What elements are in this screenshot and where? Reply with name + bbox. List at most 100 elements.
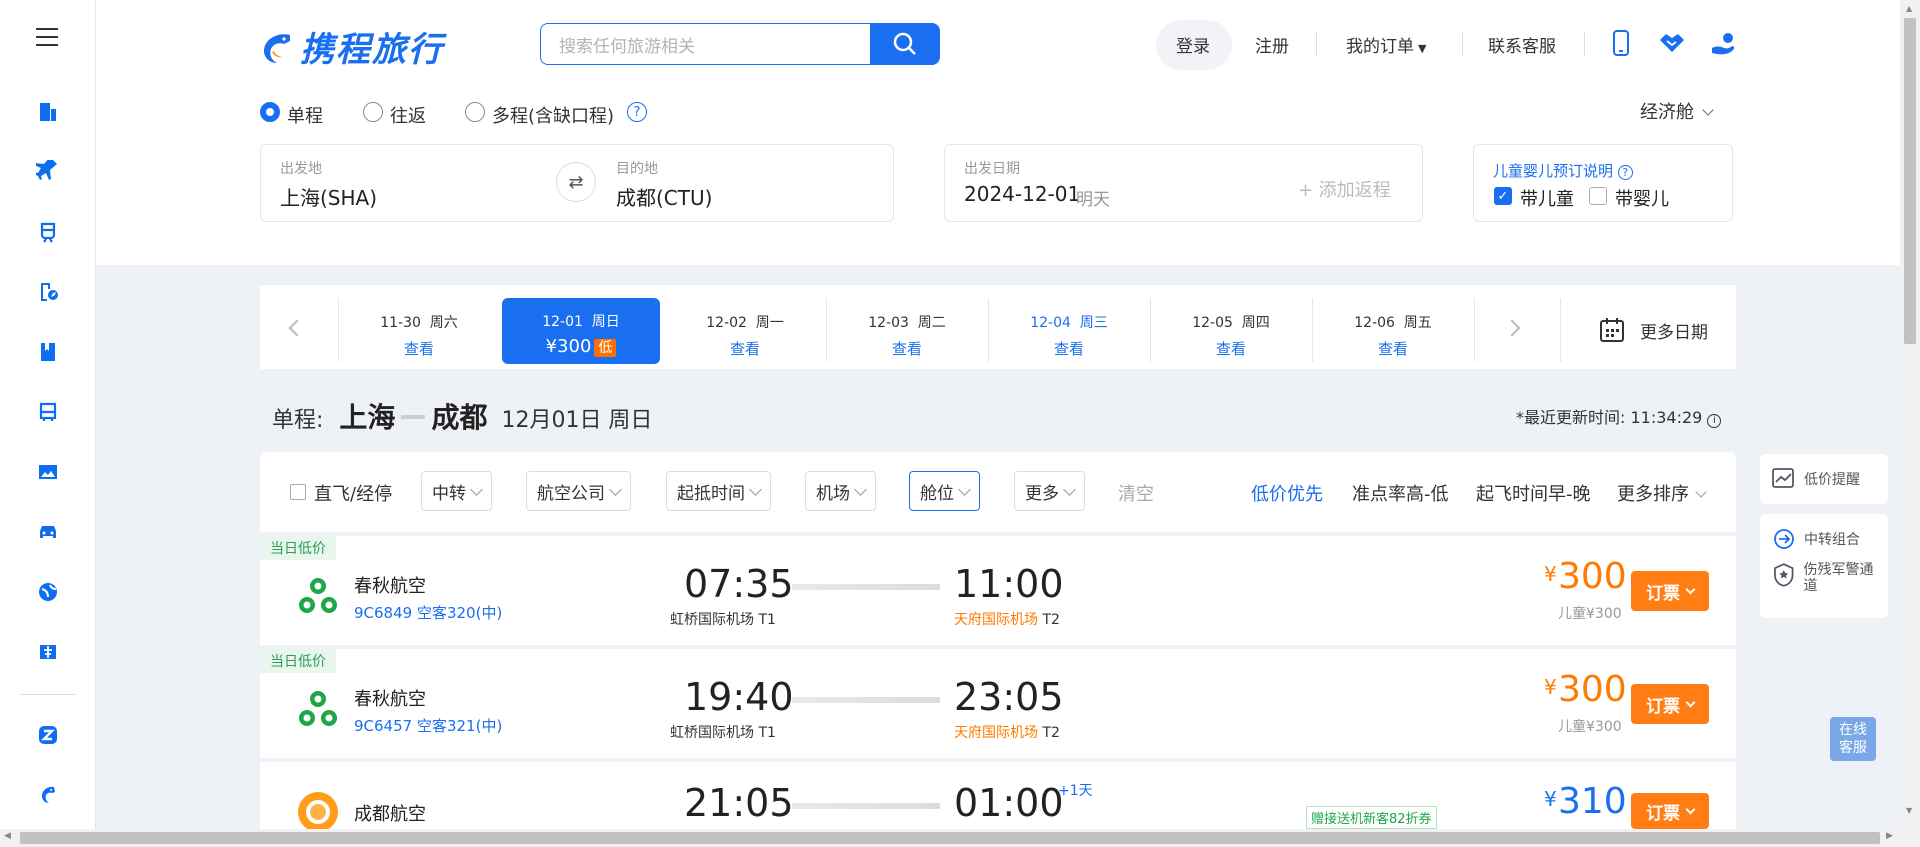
- roundtrip-radio[interactable]: [363, 102, 383, 122]
- airline-filter[interactable]: 航空公司: [526, 471, 631, 511]
- vertical-scrollbar[interactable]: ▲ ▼: [1900, 0, 1920, 829]
- horizontal-scrollbar[interactable]: ◀ ▶: [0, 829, 1920, 847]
- kids-info-link[interactable]: 儿童婴儿预订说明 ?: [1493, 160, 1633, 181]
- scroll-right-arrow[interactable]: ▶: [1886, 831, 1893, 841]
- date-cell[interactable]: 11-30 周六 查看: [339, 312, 499, 359]
- transfer-filter-label: 中转: [432, 483, 466, 504]
- sort-ontime[interactable]: 准点率高-低: [1352, 480, 1449, 506]
- gift-icon[interactable]: [34, 638, 62, 666]
- add-return-button[interactable]: + 添加返程: [1298, 176, 1391, 202]
- price-alert-box[interactable]: 低价提醒: [1760, 454, 1888, 504]
- sidebar-divider: [20, 694, 76, 695]
- brand-logo[interactable]: 携程旅行: [258, 22, 444, 71]
- low-price-tag: 当日低价: [260, 536, 336, 560]
- child-label[interactable]: 带儿童: [1520, 185, 1574, 211]
- multi-trip-radio[interactable]: [465, 102, 485, 122]
- zx-icon[interactable]: [34, 721, 62, 749]
- tickets-icon[interactable]: [34, 338, 62, 366]
- date-cell[interactable]: 12-06 周五 查看: [1313, 312, 1473, 359]
- transfer-combo-label: 中转组合: [1804, 532, 1860, 548]
- help-icon[interactable]: ?: [627, 102, 647, 122]
- time-filter[interactable]: 起抵时间: [666, 471, 771, 511]
- swap-icon[interactable]: ⇄: [556, 162, 596, 202]
- clear-filters-button[interactable]: 清空: [1118, 480, 1154, 506]
- more-sort-menu[interactable]: 更多排序: [1617, 480, 1707, 506]
- flight-number-link[interactable]: 9C6457 空客321(中): [354, 715, 502, 736]
- cabin-select[interactable]: 经济舱: [1640, 98, 1714, 124]
- heading-to: 成都: [431, 401, 488, 434]
- date-day: 12-06: [1354, 315, 1395, 331]
- car-icon[interactable]: [34, 518, 62, 546]
- scroll-left-arrow[interactable]: ◀: [4, 831, 11, 841]
- date-label: 出发日期: [964, 161, 1020, 177]
- book-label: 订票: [1646, 583, 1680, 604]
- global-icon[interactable]: [34, 578, 62, 606]
- search-button[interactable]: [870, 23, 940, 65]
- left-sidebar: [0, 0, 96, 829]
- date-divider: [1560, 298, 1561, 362]
- direct-label[interactable]: 直飞/经停: [314, 480, 392, 506]
- direct-checkbox[interactable]: [290, 484, 306, 500]
- menu-icon[interactable]: [36, 28, 58, 46]
- sort-low-price[interactable]: 低价优先: [1251, 480, 1323, 506]
- my-orders-menu[interactable]: 我的订单 ▼: [1346, 32, 1426, 57]
- scrollbar-thumb[interactable]: [20, 832, 1880, 844]
- to-field[interactable]: 成都(CTU): [616, 182, 712, 211]
- date-view-link: 查看: [729, 340, 760, 358]
- roundtrip-label[interactable]: 往返: [390, 102, 426, 128]
- login-link[interactable]: 登录: [1176, 32, 1210, 57]
- departure-date-field[interactable]: 2024-12-01: [964, 182, 1080, 206]
- book-button[interactable]: 订票: [1631, 571, 1709, 611]
- chevron-down-icon: [1702, 104, 1714, 116]
- photo-icon[interactable]: [34, 458, 62, 486]
- scroll-up-arrow[interactable]: ▲: [1906, 4, 1912, 13]
- train-icon[interactable]: [34, 218, 62, 246]
- flight-icon[interactable]: [34, 158, 62, 186]
- infant-label[interactable]: 带婴儿: [1615, 185, 1669, 211]
- date-cell[interactable]: 12-05 周四 查看: [1151, 312, 1311, 359]
- heading-date: 12月01日 周日: [501, 408, 653, 433]
- dolphin-icon[interactable]: [34, 781, 62, 809]
- more-filter[interactable]: 更多: [1014, 471, 1085, 511]
- date-cell[interactable]: 12-03 周二 查看: [827, 312, 987, 359]
- book-button[interactable]: 订票: [1631, 684, 1709, 724]
- oneway-label[interactable]: 单程: [287, 102, 323, 128]
- arrival-time: 23:05: [954, 675, 1064, 719]
- shield-star-icon: [1774, 563, 1794, 587]
- date-cell[interactable]: 12-04 周三 查看: [989, 312, 1149, 359]
- from-field[interactable]: 上海(SHA): [280, 182, 377, 211]
- multi-trip-label[interactable]: 多程(含缺口程): [492, 102, 614, 128]
- more-dates-button[interactable]: 更多日期: [1598, 316, 1708, 344]
- online-service-button[interactable]: 在线客服: [1830, 717, 1876, 761]
- oneway-radio[interactable]: [260, 102, 280, 122]
- mobile-icon[interactable]: [1611, 30, 1631, 60]
- search-input[interactable]: 搜索任何旅游相关: [540, 23, 870, 65]
- scroll-down-arrow[interactable]: ▼: [1906, 806, 1912, 815]
- departure-terminal: T1: [758, 612, 776, 628]
- hotel-icon[interactable]: [34, 98, 62, 126]
- contact-service-link[interactable]: 联系客服: [1488, 32, 1556, 57]
- veteran-channel-item[interactable]: 伤残军警通道: [1760, 558, 1888, 598]
- travel-guide-icon[interactable]: [34, 278, 62, 306]
- register-link[interactable]: 注册: [1255, 32, 1289, 57]
- child-checkbox[interactable]: ✓: [1494, 187, 1512, 205]
- airport-filter[interactable]: 机场: [805, 471, 876, 511]
- date-cell[interactable]: 12-02 周一 查看: [665, 312, 825, 359]
- chevron-down-icon: [749, 482, 762, 496]
- arrival-airport-name: 天府国际机场: [954, 725, 1038, 741]
- currency-symbol: ¥: [1544, 562, 1557, 586]
- handshake-icon[interactable]: [1658, 32, 1686, 58]
- book-button[interactable]: 订票: [1631, 793, 1709, 829]
- cabin-filter[interactable]: 舱位: [909, 471, 980, 511]
- update-time-text: *最近更新时间: 11:34:29: [1516, 408, 1703, 427]
- scrollbar-thumb[interactable]: [1904, 18, 1916, 344]
- sort-depart-time[interactable]: 起飞时间早-晚: [1476, 480, 1591, 506]
- user-service-icon[interactable]: [1710, 32, 1738, 60]
- infant-checkbox[interactable]: [1589, 187, 1607, 205]
- flight-number-link[interactable]: 9C6849 空客320(中): [354, 602, 502, 623]
- bus-icon[interactable]: [34, 398, 62, 426]
- transfer-filter[interactable]: 中转: [421, 471, 492, 511]
- transfer-combo-item[interactable]: 中转组合: [1760, 514, 1888, 558]
- low-price-badge: 低: [594, 339, 617, 357]
- date-cell-selected[interactable]: 12-01 周日 ¥300 低: [502, 298, 660, 364]
